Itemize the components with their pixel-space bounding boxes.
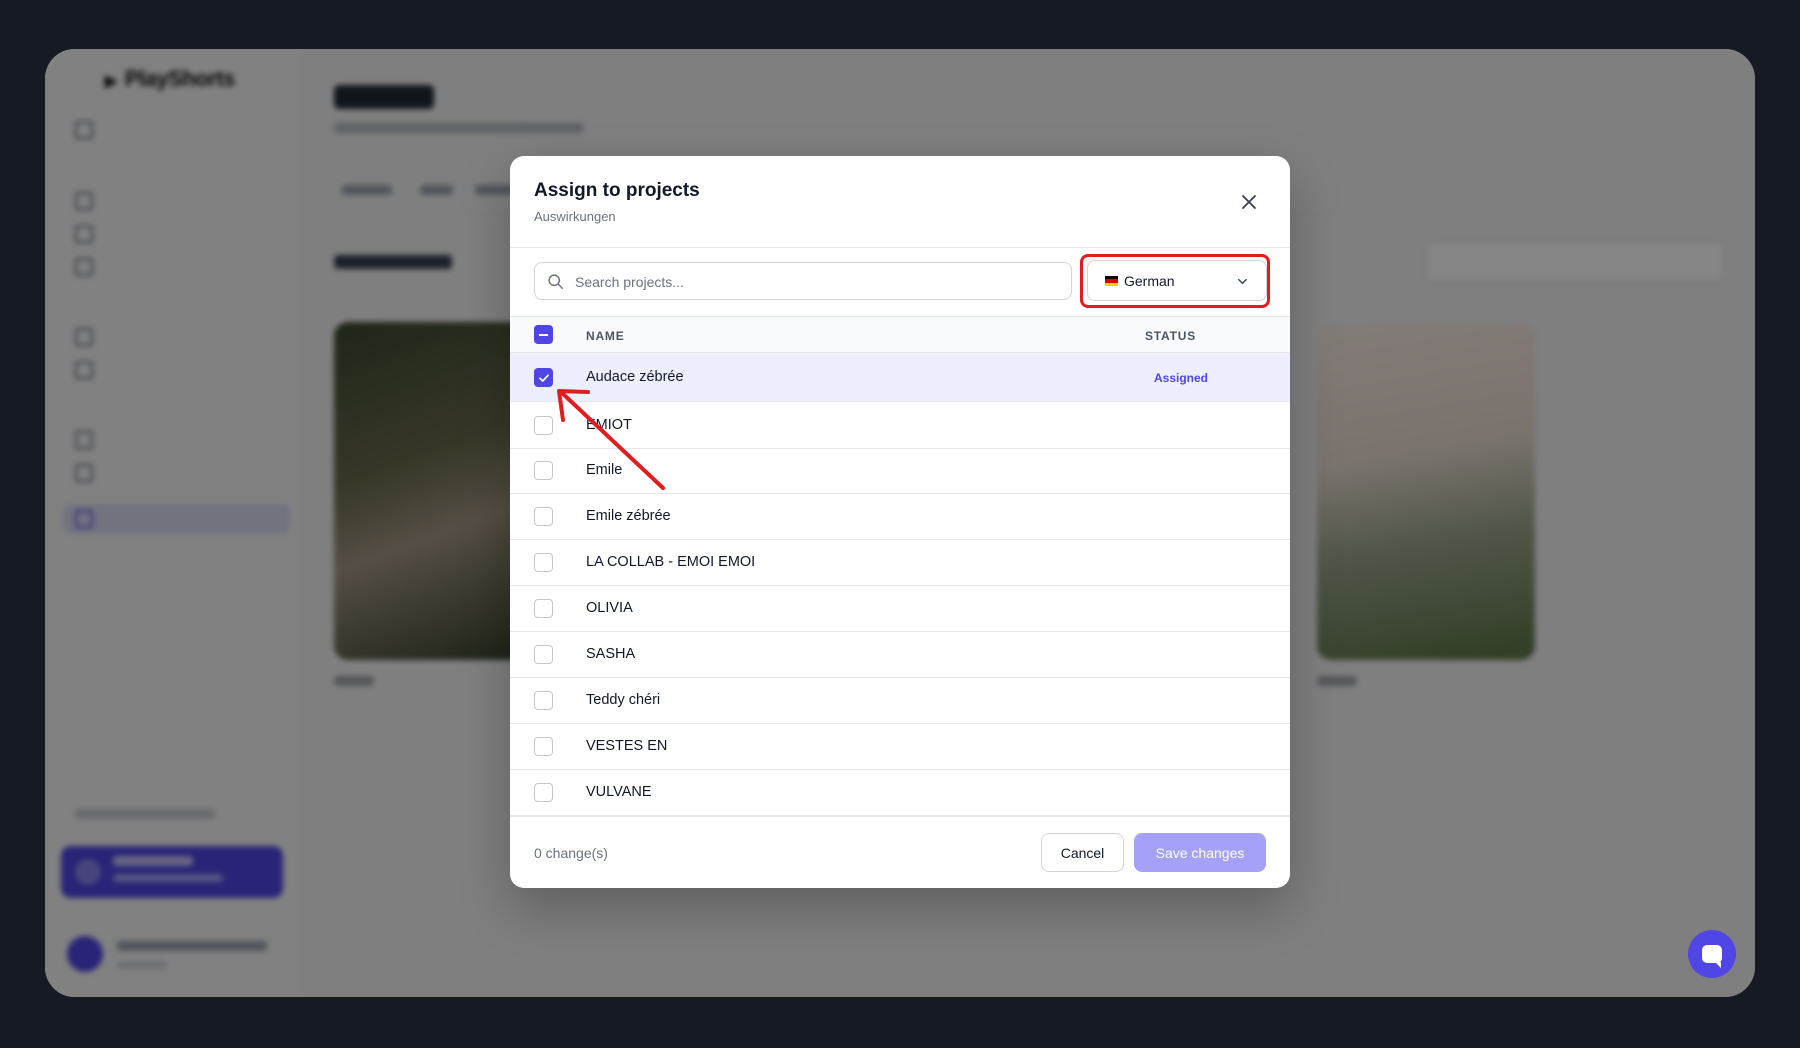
project-name: VULVANE <box>586 784 652 800</box>
project-name: EMIOT <box>586 417 632 433</box>
divider <box>510 816 1290 817</box>
table-row[interactable]: Teddy chéri <box>510 678 1290 724</box>
select-all-checkbox[interactable] <box>534 325 553 344</box>
project-name: Emile zébrée <box>586 508 671 524</box>
search-icon <box>548 274 564 290</box>
save-changes-button[interactable]: Save changes <box>1134 833 1266 872</box>
row-checkbox[interactable] <box>534 783 553 802</box>
table-row[interactable]: LA COLLAB - EMOI EMOI <box>510 540 1290 586</box>
table-row[interactable]: OLIVIA <box>510 586 1290 632</box>
table-row[interactable]: SASHA <box>510 632 1290 678</box>
project-name: Emile <box>586 462 623 478</box>
table-row[interactable]: Emile zébrée <box>510 494 1290 540</box>
chat-button[interactable] <box>1688 930 1736 978</box>
project-name: Audace zébrée <box>586 368 684 385</box>
row-checkbox[interactable] <box>534 507 553 526</box>
table-header: NAME STATUS <box>510 316 1290 353</box>
project-name: OLIVIA <box>586 600 633 616</box>
search-input[interactable] <box>573 263 1057 301</box>
project-name: VESTES EN <box>586 738 668 754</box>
row-checkbox[interactable] <box>534 645 553 664</box>
chevron-down-icon <box>1238 278 1247 285</box>
row-checkbox[interactable] <box>534 553 553 572</box>
table-row[interactable]: VULVANE <box>510 770 1290 816</box>
check-icon <box>539 373 549 382</box>
row-checkbox[interactable] <box>534 737 553 756</box>
language-selected-label: German <box>1124 273 1175 289</box>
chat-icon <box>1702 945 1722 968</box>
table-row[interactable]: Audace zébrée Assigned <box>510 353 1290 402</box>
changes-count: 0 change(s) <box>534 845 608 861</box>
row-checkbox[interactable] <box>534 599 553 618</box>
table-row[interactable]: Emile <box>510 448 1290 494</box>
project-search-field[interactable] <box>534 262 1072 301</box>
modal-title: Assign to projects <box>534 180 700 201</box>
close-icon[interactable] <box>1237 190 1261 214</box>
row-checkbox[interactable] <box>534 416 553 435</box>
cancel-button[interactable]: Cancel <box>1041 833 1124 872</box>
divider <box>510 247 1290 248</box>
modal-subtitle: Auswirkungen <box>534 209 616 224</box>
status-badge: Assigned <box>1154 370 1209 385</box>
project-name: LA COLLAB - EMOI EMOI <box>586 554 756 570</box>
de-flag-icon <box>1105 276 1118 286</box>
column-header-status: STATUS <box>1145 329 1197 343</box>
row-checkbox[interactable] <box>534 367 553 387</box>
table-row[interactable]: VESTES EN <box>510 724 1290 770</box>
assign-projects-modal: Assign to projects Auswirkungen German N… <box>510 156 1290 888</box>
language-select[interactable]: German <box>1087 260 1267 301</box>
table-row[interactable]: EMIOT <box>510 403 1290 449</box>
project-name: Teddy chéri <box>586 692 661 708</box>
row-checkbox[interactable] <box>534 691 553 710</box>
row-checkbox[interactable] <box>534 461 553 480</box>
column-header-name: NAME <box>586 329 625 343</box>
project-name: SASHA <box>586 646 636 662</box>
